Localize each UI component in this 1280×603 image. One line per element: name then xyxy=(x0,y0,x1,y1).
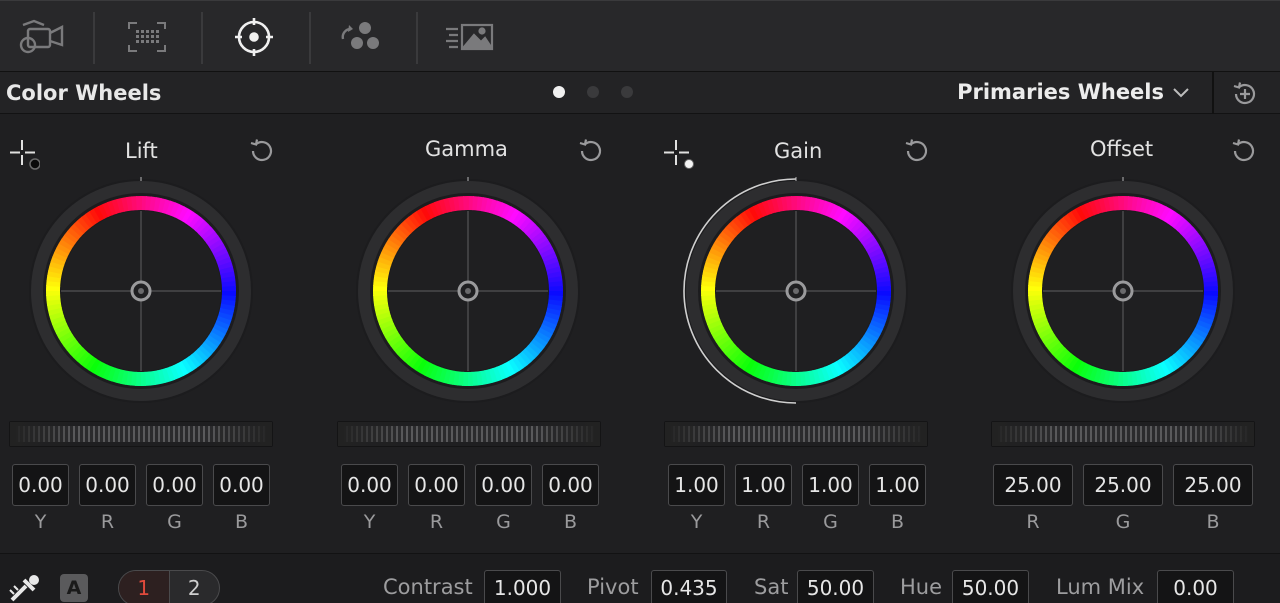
page-2-button[interactable]: 2 xyxy=(170,571,220,603)
gain-wheel-panel: Gain 1.00 1.00 1.00 1.00 Y R G B xyxy=(656,125,956,545)
offset-values: 25.00 25.00 25.00 xyxy=(993,464,1253,506)
lum-mix-field[interactable]: 0.00 xyxy=(1157,570,1234,603)
panel-title: Color Wheels xyxy=(6,81,162,105)
hue-label: Hue xyxy=(900,575,943,599)
reset-icon[interactable] xyxy=(247,136,277,166)
black-point-picker-icon[interactable] xyxy=(6,136,40,170)
channel-label: R xyxy=(1026,511,1040,533)
page-dot-1[interactable] xyxy=(553,86,565,98)
lift-y-value[interactable]: 0.00 xyxy=(12,464,69,506)
wheel-label: Offset xyxy=(1090,137,1154,161)
gain-g-value[interactable]: 1.00 xyxy=(802,464,859,506)
reset-icon[interactable] xyxy=(576,136,606,166)
toolbar-divider xyxy=(201,12,203,64)
pivot-label: Pivot xyxy=(587,575,639,599)
reset-icon[interactable] xyxy=(1229,136,1259,166)
channel-label: B xyxy=(563,511,578,533)
offset-wheel-panel: Offset 25.00 25.00 25.00 R G B xyxy=(983,125,1280,545)
channel-label: G xyxy=(823,511,838,533)
pivot-field[interactable]: 0.435 xyxy=(651,570,727,603)
page-dot-2[interactable] xyxy=(587,86,599,98)
gamma-master-wheel[interactable] xyxy=(337,421,601,447)
channel-label: Y xyxy=(363,511,376,533)
gain-r-value[interactable]: 1.00 xyxy=(735,464,792,506)
channel-label: R xyxy=(756,511,771,533)
lum-mix-label: Lum Mix xyxy=(1056,575,1145,599)
gain-color-wheel[interactable] xyxy=(680,175,912,407)
wheel-mode-dropdown[interactable]: Primaries Wheels xyxy=(957,80,1190,104)
lift-b-value[interactable]: 0.00 xyxy=(213,464,270,506)
header-divider xyxy=(1212,72,1214,114)
contrast-label: Contrast xyxy=(383,575,473,599)
sat-field[interactable]: 50.00 xyxy=(797,570,874,603)
gamma-wheel-panel: Gamma 0.00 0.00 0.00 0.00 Y R G B xyxy=(328,125,628,545)
hue-field[interactable]: 50.00 xyxy=(952,570,1029,603)
motion-effects-icon[interactable] xyxy=(444,13,496,61)
gain-y-value[interactable]: 1.00 xyxy=(668,464,725,506)
lift-wheel-panel: Lift 0.00 0.00 0.00 0.00 Y R G B xyxy=(0,125,300,545)
channel-label: G xyxy=(1115,511,1131,533)
offset-r-value[interactable]: 25.00 xyxy=(993,464,1073,506)
chevron-down-icon xyxy=(1173,88,1189,98)
channel-label: G xyxy=(167,511,182,533)
camera-raw-icon[interactable] xyxy=(14,13,66,61)
page-1-button[interactable]: 1 xyxy=(119,571,170,603)
eyedropper-icon[interactable] xyxy=(8,572,42,603)
lift-g-value[interactable]: 0.00 xyxy=(146,464,203,506)
color-wheels-icon[interactable] xyxy=(228,13,280,61)
gamma-b-value[interactable]: 0.00 xyxy=(542,464,599,506)
rgb-mixer-icon[interactable] xyxy=(336,13,388,61)
reset-icon[interactable] xyxy=(902,136,932,166)
gain-master-wheel[interactable] xyxy=(664,421,928,447)
gamma-r-value[interactable]: 0.00 xyxy=(408,464,465,506)
toolbar-divider xyxy=(416,12,418,64)
lift-master-wheel[interactable] xyxy=(9,421,273,447)
channel-label: G xyxy=(496,511,511,533)
palette-toolbar xyxy=(0,0,1280,72)
channel-label: B xyxy=(234,511,249,533)
wheel-label: Lift xyxy=(125,139,158,163)
panel-header: Color Wheels Primaries Wheels xyxy=(0,72,1280,114)
channel-label: R xyxy=(429,511,444,533)
offset-master-wheel[interactable] xyxy=(991,421,1255,447)
channel-label: B xyxy=(890,511,905,533)
gain-b-value[interactable]: 1.00 xyxy=(869,464,926,506)
contrast-field[interactable]: 1.000 xyxy=(484,570,561,603)
color-match-icon[interactable] xyxy=(121,13,173,61)
channel-label: Y xyxy=(690,511,703,533)
gamma-values: 0.00 0.00 0.00 0.00 xyxy=(341,464,599,506)
page-switcher: 1 2 xyxy=(118,570,220,603)
lift-r-value[interactable]: 0.00 xyxy=(79,464,136,506)
auto-balance-button[interactable]: A xyxy=(60,574,88,602)
reset-all-icon[interactable] xyxy=(1230,79,1260,109)
gain-values: 1.00 1.00 1.00 1.00 xyxy=(668,464,926,506)
gamma-color-wheel[interactable] xyxy=(352,175,584,407)
gamma-g-value[interactable]: 0.00 xyxy=(475,464,532,506)
white-point-picker-icon[interactable] xyxy=(660,136,694,170)
offset-b-value[interactable]: 25.00 xyxy=(1173,464,1253,506)
page-dot-3[interactable] xyxy=(621,86,633,98)
wheel-label: Gamma xyxy=(425,137,508,161)
toolbar-divider xyxy=(309,12,311,64)
toolbar-divider xyxy=(93,12,95,64)
lift-values: 0.00 0.00 0.00 0.00 xyxy=(12,464,270,506)
lift-color-wheel[interactable] xyxy=(25,175,257,407)
offset-g-value[interactable]: 25.00 xyxy=(1083,464,1163,506)
channel-label: Y xyxy=(34,511,47,533)
channel-label: R xyxy=(100,511,115,533)
sat-label: Sat xyxy=(754,575,789,599)
wheel-label: Gain xyxy=(774,139,823,163)
adjustment-bar: A 1 2 Contrast 1.000 Pivot 0.435 Sat 50.… xyxy=(0,553,1280,603)
gamma-y-value[interactable]: 0.00 xyxy=(341,464,398,506)
wheel-mode-label: Primaries Wheels xyxy=(957,80,1164,104)
channel-label: B xyxy=(1206,511,1220,533)
offset-color-wheel[interactable] xyxy=(1007,175,1239,407)
